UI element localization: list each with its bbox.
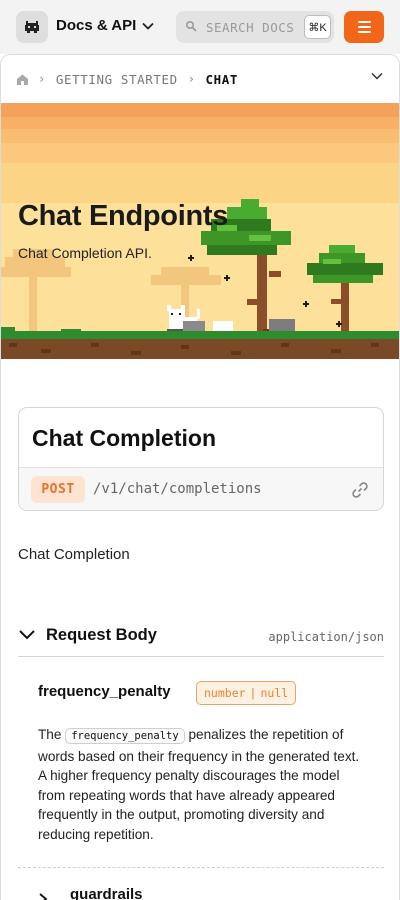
pixel-cat-icon — [25, 21, 39, 33]
breadcrumb-separator: › — [187, 72, 196, 86]
home-icon[interactable] — [17, 74, 28, 85]
endpoint-path: /v1/chat/completions — [93, 481, 262, 497]
endpoint-card: Chat Completion POST /v1/chat/completion… — [18, 407, 384, 511]
search-icon — [185, 20, 197, 32]
search-input[interactable]: SEARCH DOCS ⌘K — [176, 11, 334, 43]
request-body-header[interactable]: Request Body application/json — [18, 623, 384, 657]
type-separator: | — [249, 686, 257, 700]
param-type-badge: number | null — [196, 681, 297, 705]
top-bar: Docs & API SEARCH DOCS ⌘K — [0, 0, 400, 54]
method-badge: POST — [31, 476, 85, 503]
endpoint-description: Chat Completion — [18, 546, 130, 563]
param-desc-rest: penalizes the repetition of words based … — [38, 727, 360, 842]
param-name: guardrails — [70, 886, 143, 900]
hamburger-menu-icon — [357, 21, 371, 23]
param-name: frequency_penalty — [38, 683, 171, 700]
brand-switcher[interactable]: Docs & API — [56, 17, 154, 34]
endpoint-title: Chat Completion — [32, 425, 216, 451]
hero-banner: Chat Endpoints Chat Completion API. — [1, 103, 399, 359]
search-shortcut-badge: ⌘K — [304, 15, 331, 39]
search-placeholder: SEARCH DOCS — [206, 20, 295, 35]
breadcrumb-item-getting-started[interactable]: GETTING STARTED — [56, 72, 178, 87]
param-desc-prefix: The — [38, 727, 62, 742]
breadcrumb: › GETTING STARTED › CHAT — [1, 55, 399, 103]
hero-title: Chat Endpoints — [18, 200, 229, 232]
content-type-label: application/json — [268, 630, 384, 644]
inline-code: frequency_penalty — [65, 728, 185, 744]
request-body-title: Request Body — [46, 626, 157, 644]
param-description: The frequency_penalty penalizes the repe… — [38, 725, 368, 845]
breadcrumb-item-chat: CHAT — [205, 71, 239, 87]
brand-label: Docs & API — [56, 17, 137, 34]
content-panel: › GETTING STARTED › CHAT Chat Endpoints … — [0, 54, 400, 900]
menu-button[interactable] — [344, 11, 384, 43]
param-divider — [18, 867, 384, 868]
param-type-number: number — [204, 686, 246, 700]
endpoint-route: POST /v1/chat/completions — [19, 467, 383, 510]
chevron-down-icon — [19, 630, 35, 640]
link-icon[interactable] — [351, 481, 369, 499]
param-type-null: null — [260, 686, 289, 700]
chevron-down-icon — [142, 22, 154, 30]
chevron-down-icon[interactable] — [371, 72, 383, 80]
logo[interactable] — [16, 11, 48, 43]
chevron-right-icon — [39, 893, 48, 900]
breadcrumb-separator: › — [38, 72, 46, 86]
hero-subtitle: Chat Completion API. — [18, 245, 152, 261]
